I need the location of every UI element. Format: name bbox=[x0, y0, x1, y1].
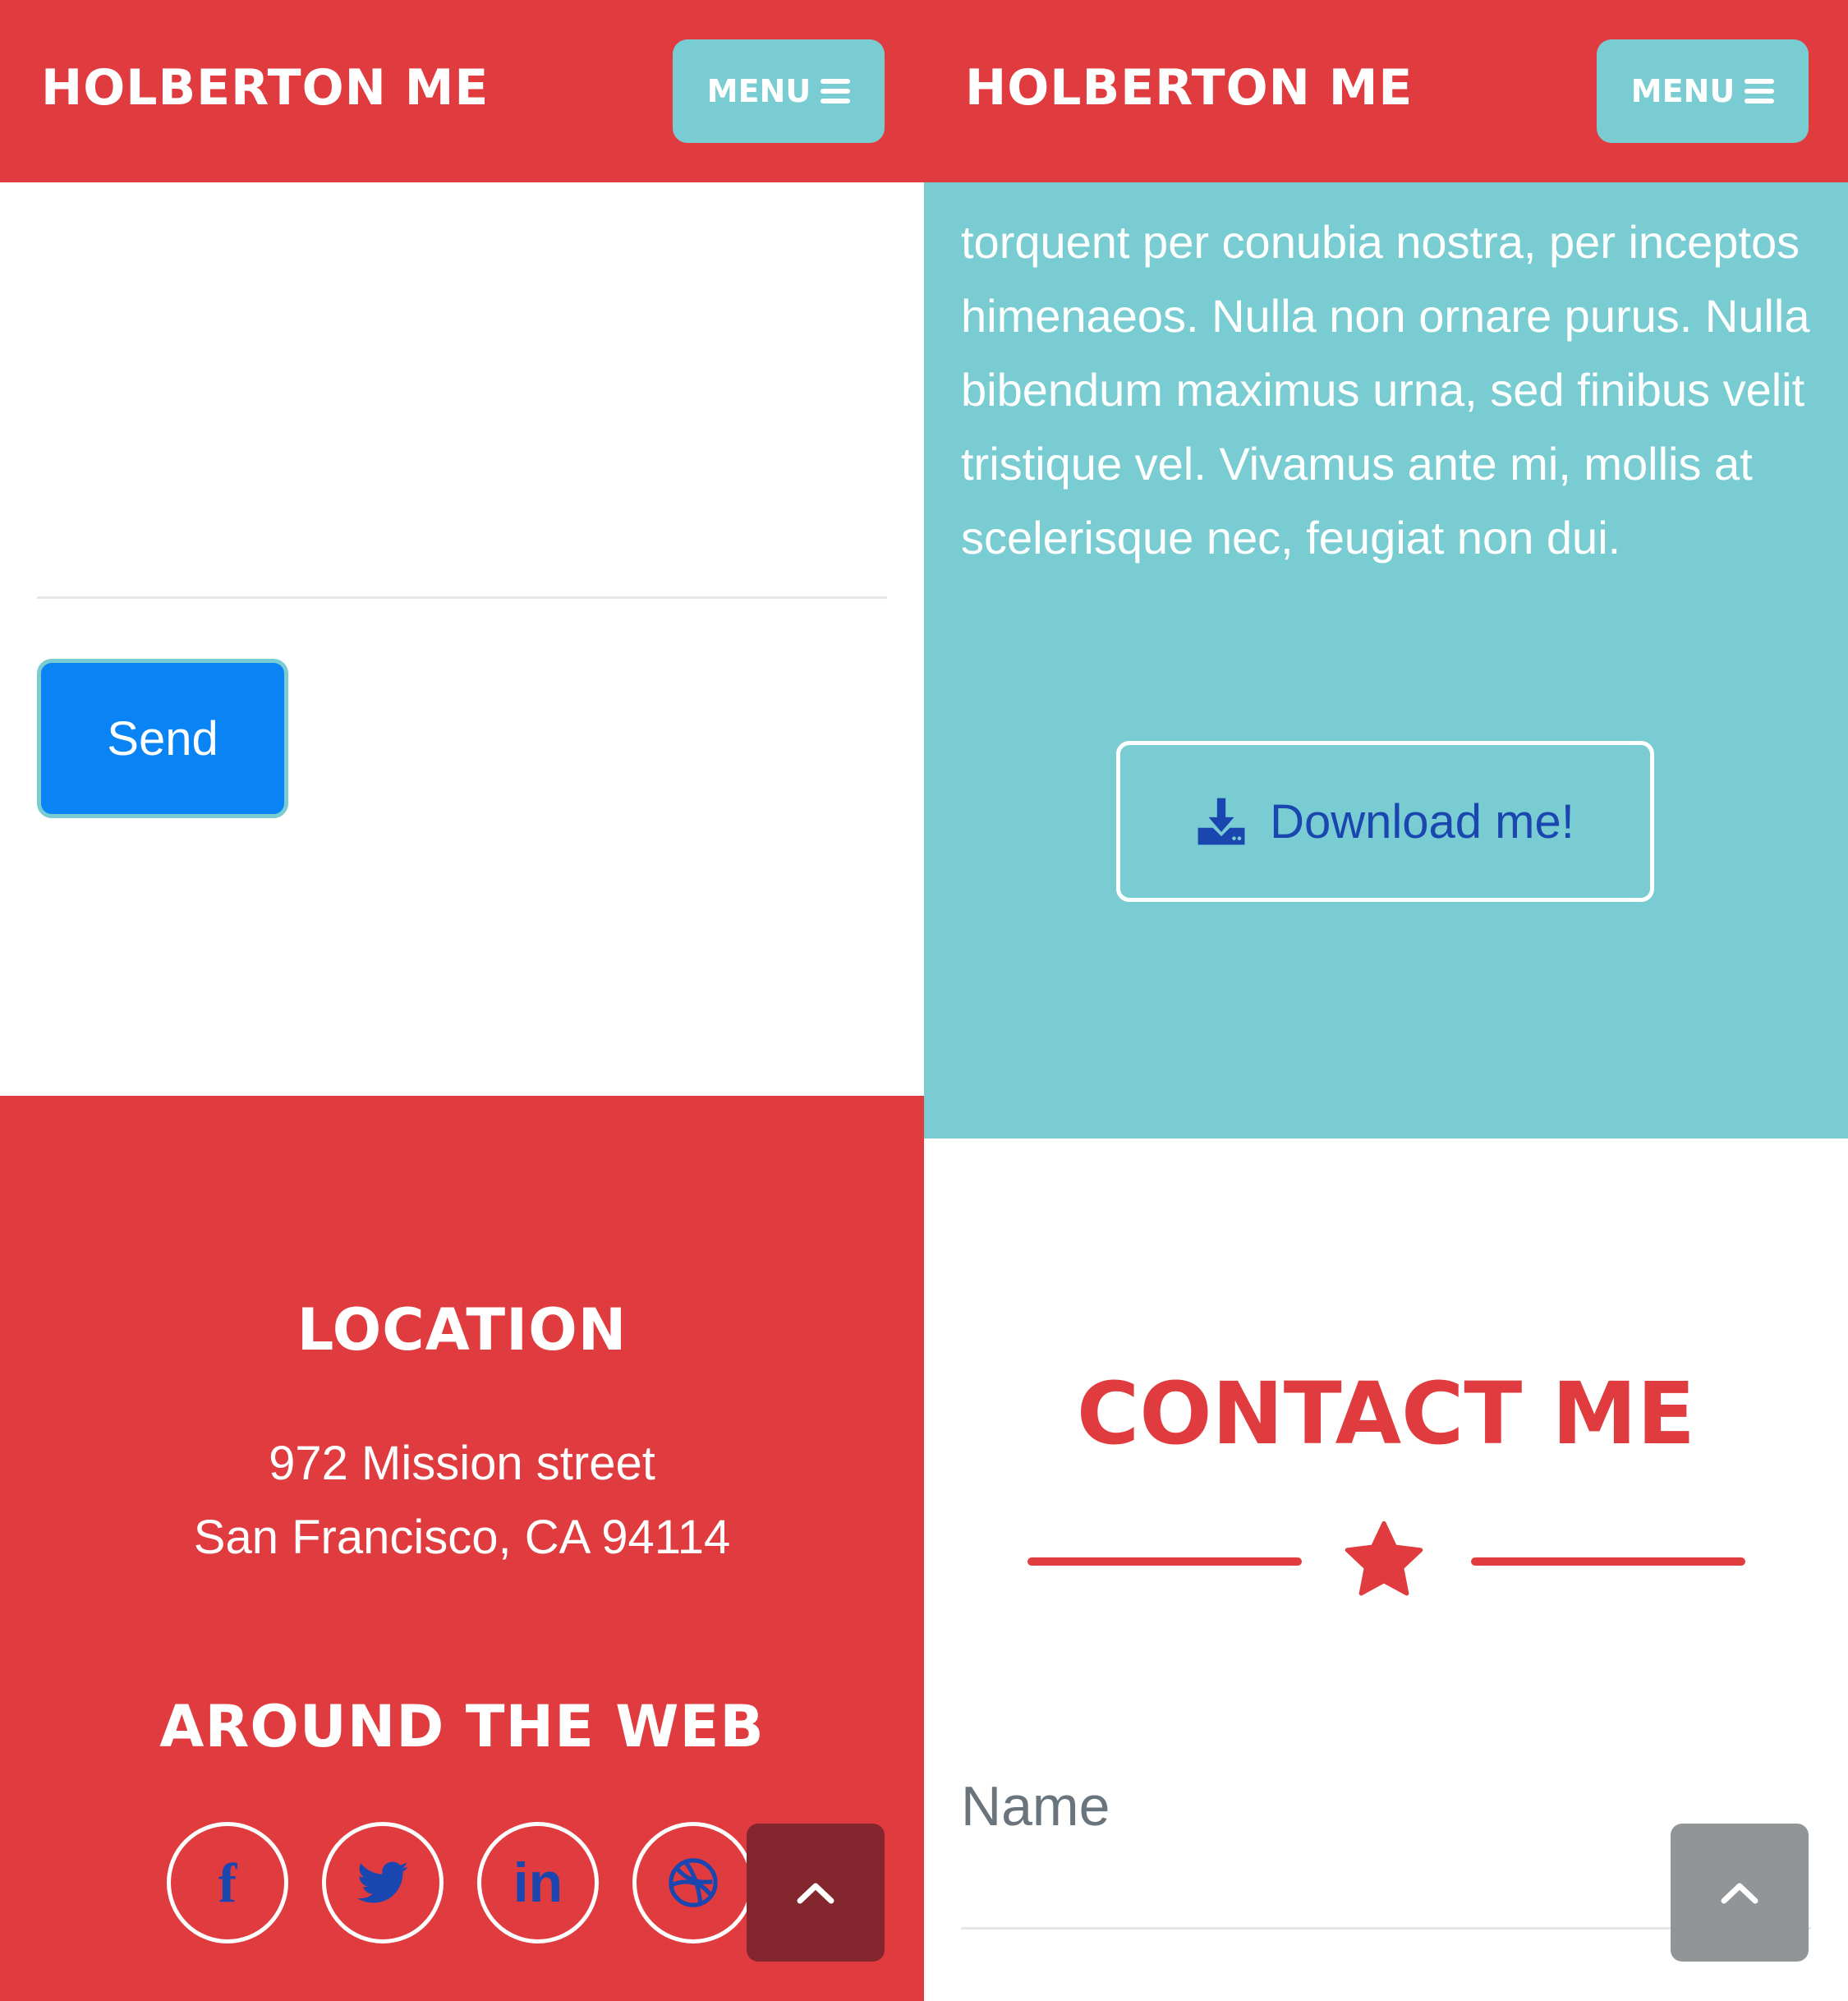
menu-label: MENU bbox=[706, 73, 811, 109]
download-label: Download me! bbox=[1270, 794, 1574, 849]
scroll-to-top-button[interactable] bbox=[1671, 1824, 1809, 1962]
linkedin-icon: in bbox=[513, 1852, 563, 1914]
send-button[interactable]: Send bbox=[37, 659, 288, 818]
download-icon bbox=[1198, 798, 1245, 845]
dribbble-button[interactable] bbox=[632, 1822, 754, 1944]
twitter-button[interactable] bbox=[322, 1822, 444, 1944]
facebook-icon: f bbox=[218, 1851, 237, 1914]
download-button[interactable]: Download me! bbox=[1116, 741, 1654, 902]
brand-logo[interactable]: HOLBERTON ME bbox=[965, 59, 1413, 117]
name-field-label[interactable]: Name bbox=[961, 1774, 1110, 1838]
left-screen: HOLBERTON ME MENU Send LOCATION 972 Miss… bbox=[0, 0, 924, 2001]
menu-button[interactable]: MENU bbox=[673, 39, 885, 143]
contact-heading: CONTACT ME bbox=[1076, 1364, 1696, 1464]
address-line-2: San Francisco, CA 94114 bbox=[193, 1511, 731, 1564]
hamburger-icon bbox=[1745, 74, 1775, 108]
message-field-underline[interactable] bbox=[37, 596, 887, 599]
location-heading: LOCATION bbox=[297, 1296, 627, 1364]
facebook-button[interactable]: f bbox=[167, 1822, 288, 1944]
around-the-web-heading: AROUND THE WEB bbox=[159, 1693, 765, 1760]
dribbble-icon bbox=[669, 1858, 718, 1907]
menu-label: MENU bbox=[1630, 73, 1735, 109]
chevron-up-icon bbox=[797, 1883, 834, 1904]
star-icon bbox=[1345, 1520, 1423, 1596]
hamburger-icon bbox=[821, 74, 851, 108]
divider-line-left bbox=[1027, 1557, 1302, 1566]
divider-line-right bbox=[1471, 1557, 1745, 1566]
scroll-to-top-button[interactable] bbox=[747, 1824, 885, 1962]
linkedin-button[interactable]: in bbox=[477, 1822, 599, 1944]
navbar: HOLBERTON ME MENU bbox=[0, 0, 924, 182]
twitter-icon bbox=[357, 1861, 408, 1903]
menu-button[interactable]: MENU bbox=[1597, 39, 1809, 143]
about-text: torquent per conubia nostra, per incepto… bbox=[961, 216, 1810, 564]
right-screen: torquent per conubia nostra, per incepto… bbox=[924, 0, 1848, 2001]
chevron-up-icon bbox=[1721, 1883, 1758, 1904]
address-line-1: 972 Mission street bbox=[269, 1437, 655, 1490]
about-section: torquent per conubia nostra, per incepto… bbox=[924, 182, 1848, 1138]
navbar: HOLBERTON ME MENU bbox=[924, 0, 1848, 182]
brand-logo[interactable]: HOLBERTON ME bbox=[41, 59, 489, 117]
